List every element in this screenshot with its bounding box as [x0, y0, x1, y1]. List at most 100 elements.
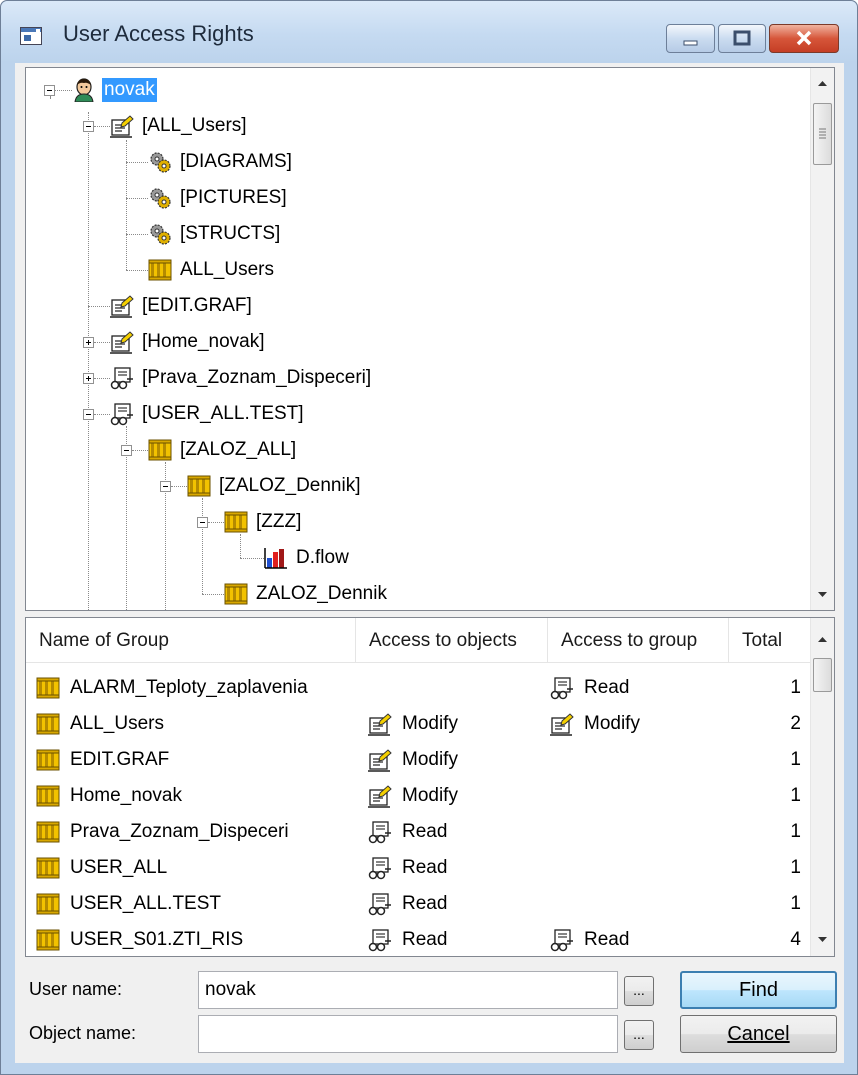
group-icon [36, 820, 60, 844]
list-row[interactable]: ALL_Users Modify Modify 2 [26, 706, 811, 742]
user-name-input[interactable] [198, 971, 618, 1009]
column-header-name-of-group[interactable]: Name of Group [26, 618, 356, 662]
group-icon [187, 474, 211, 498]
minimize-button[interactable] [666, 24, 715, 53]
collapse-toggle[interactable] [197, 517, 208, 528]
tree-connector [202, 594, 224, 595]
cell-access-to-group-text: Read [584, 929, 630, 950]
list-row[interactable]: ALARM_Teploty_zaplavenia Read 1 [26, 670, 811, 706]
list-row[interactable]: EDIT.GRAF Modify 1 [26, 742, 811, 778]
tree-node-diagrams[interactable]: [DIAGRAMS] [148, 144, 294, 180]
user-name-browse-button[interactable]: ... [624, 976, 654, 1006]
tree-node-home-novak[interactable]: [Home_novak] [110, 324, 267, 360]
object-name-browse-button[interactable]: ... [624, 1020, 654, 1050]
tree-node-novak[interactable]: novak [72, 72, 157, 108]
cell-access-to-objects-text: Modify [402, 749, 458, 770]
tree-node-edit-graf[interactable]: [EDIT.GRAF] [110, 288, 254, 324]
tree-node-label: D.flow [296, 547, 349, 568]
scroll-down-arrow-icon[interactable] [811, 583, 834, 606]
tree-node-user-all-test[interactable]: [USER_ALL.TEST] [110, 396, 306, 432]
group-icon [148, 438, 172, 462]
find-button[interactable]: Find [680, 971, 837, 1009]
minus-icon [47, 90, 52, 91]
minus-icon [86, 414, 91, 415]
expand-toggle[interactable] [83, 337, 94, 348]
expand-toggle[interactable] [83, 373, 94, 384]
app-window-icon [20, 27, 42, 45]
maximize-button[interactable] [718, 24, 766, 53]
tree-node-label: ZALOZ_Dennik [256, 583, 387, 604]
list-scroll-thumb[interactable] [813, 658, 832, 692]
list-row[interactable]: USER_ALL.TEST Read 1 [26, 886, 811, 922]
groups-list-view[interactable]: Name of Group Access to objects Access t… [25, 617, 835, 957]
list-vertical-scrollbar[interactable] [810, 618, 834, 956]
cell-group-name: USER_ALL [36, 850, 356, 886]
cell-access-to-group: Modify [548, 706, 731, 742]
read-rights-icon [368, 892, 392, 916]
tree-node-zaloz-dennik-bracket[interactable]: [ZALOZ_Dennik] [187, 468, 363, 504]
collapse-toggle[interactable] [83, 121, 94, 132]
collapse-toggle[interactable] [44, 85, 55, 96]
window-title: User Access Rights [63, 21, 254, 46]
collapse-toggle[interactable] [160, 481, 171, 492]
close-button[interactable] [769, 24, 839, 53]
tree-connector [208, 522, 224, 523]
tree-node-zaloz-all[interactable]: [ZALOZ_ALL] [148, 432, 298, 468]
collapse-toggle[interactable] [83, 409, 94, 420]
tree-vertical-scrollbar[interactable] [810, 68, 834, 610]
group-icon [224, 582, 248, 606]
cell-group-name: USER_S01.ZTI_RIS [36, 922, 356, 957]
cell-access-to-objects-text: Modify [402, 785, 458, 806]
scroll-up-arrow-icon[interactable] [811, 72, 834, 95]
list-row[interactable]: USER_S01.ZTI_RIS Read Read 4 [26, 922, 811, 957]
tree-connector [94, 378, 110, 379]
group-icon [36, 928, 60, 952]
tree-node-label: [Home_novak] [142, 331, 265, 352]
scroll-down-arrow-icon[interactable] [811, 928, 834, 951]
cell-group-name-text: Prava_Zoznam_Dispeceri [70, 821, 289, 842]
scroll-up-arrow-icon[interactable] [811, 628, 834, 651]
title-bar[interactable]: User Access Rights [1, 1, 857, 63]
tree-node-label: [ALL_Users] [142, 115, 247, 136]
cell-access-to-group: Read [548, 670, 731, 706]
tree-node-zzz[interactable]: [ZZZ] [224, 504, 303, 540]
object-name-input[interactable] [198, 1015, 618, 1053]
column-header-total[interactable]: Total [729, 618, 811, 662]
user-name-label: User name: [29, 979, 123, 999]
tree-node-d-flow[interactable]: D.flow [264, 540, 351, 576]
tree-node-all-users-group[interactable]: ALL_Users [148, 252, 276, 288]
tree-connector [126, 198, 148, 199]
cell-access-to-group [548, 850, 731, 886]
cell-access-to-group [548, 886, 731, 922]
cell-group-name-text: ALL_Users [70, 713, 164, 734]
tree-node-all-users-rights[interactable]: [ALL_Users] [110, 108, 249, 144]
list-row[interactable]: Prava_Zoznam_Dispeceri Read 1 [26, 814, 811, 850]
tree-scroll-thumb[interactable] [813, 103, 832, 165]
minus-icon [163, 486, 168, 487]
tree-connector [171, 486, 187, 487]
group-icon [148, 258, 172, 282]
minimize-icon [683, 40, 698, 46]
read-rights-icon [110, 402, 134, 426]
list-row[interactable]: USER_ALL Read 1 [26, 850, 811, 886]
gears-icon [148, 222, 172, 246]
tree-node-prava-zoznam-dispeceri[interactable]: [Prava_Zoznam_Dispeceri] [110, 360, 373, 396]
plus-icon [86, 376, 91, 381]
collapse-toggle[interactable] [121, 445, 132, 456]
read-rights-icon [368, 928, 392, 952]
cell-access-to-objects [356, 670, 560, 706]
column-header-access-to-objects[interactable]: Access to objects [356, 618, 548, 662]
tree-node-structs[interactable]: [STRUCTS] [148, 216, 282, 252]
column-header-access-to-group[interactable]: Access to group [548, 618, 729, 662]
list-row[interactable]: Home_novak Modify 1 [26, 778, 811, 814]
cell-total: 1 [790, 677, 801, 698]
cancel-button[interactable]: Cancel [680, 1015, 837, 1053]
rights-tree-view[interactable]: novak [ALL_Users] [DIAGRAMS] [PICTURES] … [25, 67, 835, 611]
user-icon [72, 78, 96, 102]
cell-access-to-group: Read [548, 922, 731, 957]
tree-node-zaloz-dennik[interactable]: ZALOZ_Dennik [224, 576, 389, 610]
cell-access-to-objects: Modify [356, 706, 560, 742]
tree-node-pictures[interactable]: [PICTURES] [148, 180, 289, 216]
grip-icon [819, 128, 826, 139]
group-icon [36, 748, 60, 772]
